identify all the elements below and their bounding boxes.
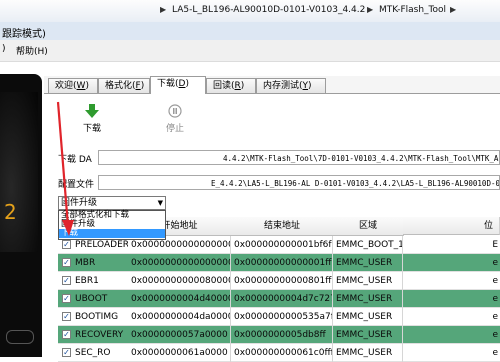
row-start: 0x0000000057a0000: [128, 326, 231, 344]
tab-label: 欢迎: [55, 81, 74, 91]
tab-label: 回读: [213, 81, 232, 91]
table-row[interactable]: ✓ UBOOT 0x0000000004d40000 0x0000000004d…: [58, 290, 500, 308]
tab-hotkey: W: [76, 81, 86, 91]
tab-readback[interactable]: 回读(R): [206, 78, 256, 93]
row-location: e: [492, 276, 498, 286]
red-arrow-annotation: [56, 101, 74, 236]
row-region: EMMC_USER: [333, 326, 403, 344]
table-row[interactable]: ✓ SEC_RO 0x0000000061a0000 0x00000000006…: [58, 344, 500, 362]
tab-label: 格式化: [105, 81, 133, 91]
row-location: e: [492, 348, 498, 358]
row-name: MBR: [75, 258, 96, 268]
scatter-file-input[interactable]: E_4.4.2\LA5-L_BL196-AL D-0101-V0103_4.4.…: [98, 175, 500, 190]
tab-hotkey: Y: [302, 81, 309, 91]
row-region: EMMC_BOOT_1: [333, 236, 403, 254]
row-end: 0x0000000000535a7ff: [231, 308, 333, 326]
scatter-file-path: E_4.4.2\LA5-L_BL196-AL D-0101-V0103_4.4.…: [211, 179, 500, 188]
row-start: 0x0000000004d40000: [128, 290, 231, 308]
breadcrumb-item-tool[interactable]: MTK-Flash_Tool: [379, 5, 446, 15]
row-checkbox[interactable]: ✓: [62, 240, 71, 249]
row-checkbox[interactable]: ✓: [62, 348, 71, 357]
menu-item-help[interactable]: 帮助(H): [16, 44, 48, 57]
tab-label: 下载: [157, 79, 176, 89]
tab-hotkey: D: [178, 79, 186, 89]
row-checkbox[interactable]: ✓: [62, 276, 71, 285]
row-location: e: [492, 258, 498, 268]
tab-download[interactable]: 下载(D): [150, 76, 206, 94]
row-region: EMMC_USER: [333, 290, 403, 308]
row-region: EMMC_USER: [333, 272, 403, 290]
row-end: 0x000000000001bf6f: [231, 236, 333, 254]
row-region: EMMC_USER: [333, 254, 403, 272]
header-label: 开始地址: [161, 221, 198, 231]
chevron-right-icon: ▶: [367, 5, 374, 14]
table-header-location[interactable]: 位: [403, 217, 500, 235]
row-start: 0x0000000061a0000: [128, 344, 231, 362]
row-name: RECOVERY: [75, 330, 124, 340]
download-button[interactable]: 下载: [78, 104, 106, 134]
chevron-right-icon[interactable]: ▶: [450, 5, 456, 14]
breadcrumb-item-folder[interactable]: LA5-L_BL196-AL90010D-0101-V0103_4.4.2: [172, 5, 365, 15]
breadcrumb: ▶ LA5-L_BL196-AL90010D-0101-V0103_4.4.2 …: [0, 0, 500, 23]
row-checkbox[interactable]: ✓: [62, 330, 71, 339]
row-name: SEC_RO: [75, 348, 111, 358]
row-end: 0x00000000000001ff: [231, 254, 333, 272]
tab-welcome[interactable]: 欢迎(W): [48, 78, 98, 93]
phone-home-button: [6, 330, 34, 344]
table-header-end[interactable]: 结束地址: [231, 217, 334, 236]
row-checkbox[interactable]: ✓: [62, 258, 71, 267]
row-end: 0x0000000004d7c727: [231, 290, 333, 308]
download-button-label: 下载: [82, 124, 101, 134]
window-title: 跟踪模式): [2, 29, 46, 40]
menu-bar: ) 帮助(H): [0, 40, 500, 62]
table-row[interactable]: ✓ EBR1 0x0000000000080000 0x000000000008…: [58, 272, 500, 290]
tab-memory-test[interactable]: 内存测试(Y): [256, 78, 326, 93]
download-agent-input[interactable]: 4.4.2\MTK-Flash_Tool\7D-0101-V0103_4.4.2…: [98, 150, 500, 165]
phone-screen-digit: 2: [4, 200, 17, 224]
header-label: 区域: [358, 221, 377, 231]
tab-label: 内存测试: [263, 81, 300, 91]
row-end: 0x00000000000801ff: [231, 272, 333, 290]
row-name: UBOOT: [75, 294, 108, 304]
menu-item-partial[interactable]: ): [2, 44, 6, 54]
table-row[interactable]: ✓ MBR 0x0000000000000000 0x0000000000000…: [58, 254, 500, 272]
row-start: 0x0000000000080000: [128, 272, 231, 290]
tab-hotkey: F: [135, 81, 141, 91]
header-label: 位: [483, 221, 493, 231]
chevron-down-icon: ▼: [157, 199, 163, 207]
row-end: 0x0000000005db8ff: [231, 326, 333, 344]
row-checkbox[interactable]: ✓: [62, 312, 71, 321]
row-start: 0x0000000004da0000: [128, 308, 231, 326]
header-label: 结束地址: [263, 221, 300, 231]
download-agent-path: 4.4.2\MTK-Flash_Tool\7D-0101-V0103_4.4.2…: [223, 154, 499, 163]
row-name: BOOTIMG: [75, 312, 119, 322]
table-header-region[interactable]: 区域: [333, 217, 404, 236]
row-location: e: [492, 294, 498, 304]
stop-button[interactable]: 停止: [161, 104, 189, 134]
row-region: EMMC_USER: [333, 344, 403, 362]
download-arrow-icon: [85, 104, 99, 118]
row-location: e: [492, 312, 498, 322]
stop-button-label: 停止: [165, 124, 184, 134]
row-checkbox[interactable]: ✓: [62, 294, 71, 303]
row-start: 0x0000000000000000: [128, 254, 231, 272]
phone-screen: [0, 92, 38, 252]
stop-icon: [168, 104, 182, 118]
tab-hotkey: R: [234, 81, 241, 91]
row-location: E: [492, 240, 498, 250]
row-location: e: [492, 330, 498, 340]
table-row[interactable]: ✓ RECOVERY 0x0000000057a0000 0x000000000…: [58, 326, 500, 344]
chevron-right-icon: ▶: [160, 5, 167, 14]
row-name: EBR1: [75, 276, 99, 286]
table-row[interactable]: ✓ BOOTIMG 0x0000000004da0000 0x000000000…: [58, 308, 500, 326]
row-end: 0x000000000061c0fff: [231, 344, 333, 362]
row-region: EMMC_USER: [333, 308, 403, 326]
window-title-bar: 跟踪模式): [0, 22, 500, 40]
tab-format[interactable]: 格式化(F): [98, 78, 150, 93]
